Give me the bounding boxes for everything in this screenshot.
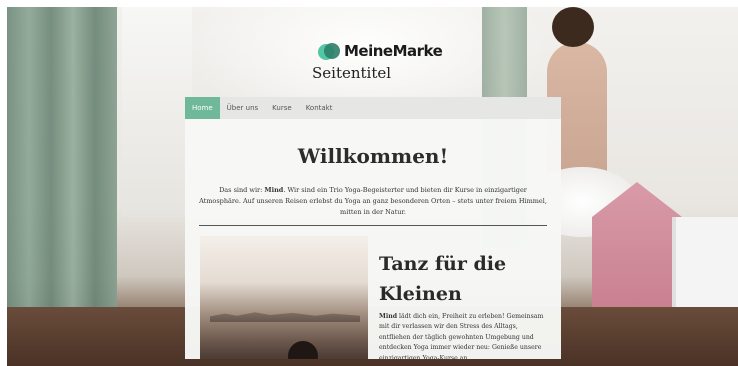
intro-brand-bold: Mind [264,186,284,194]
nav-item-about[interactable]: Über uns [220,97,266,119]
article-text: Mind lädt dich ein, Freiheit zu erleben!… [379,312,551,359]
divider [199,225,547,226]
article-text-rest: lädt dich ein, Freiheit zu erleben! Geme… [379,313,544,359]
article-brand-bold: Mind [379,313,398,320]
brand-name: MeineMarke [344,42,443,60]
page-heading: Willkommen! [297,144,449,168]
intro-text: Das sind wir: Mind. Wir sind ein Trio Yo… [199,185,547,218]
intro-prefix: Das sind wir: [219,186,265,194]
nav-item-courses[interactable]: Kurse [265,97,299,119]
image-skyline [210,312,360,322]
article-title: Tanz für die Kleinen [379,253,507,305]
background-girl-hair [552,7,594,47]
main-navigation: Home Über uns Kurse Kontakt [185,97,561,119]
article-image [200,236,368,359]
nav-item-home[interactable]: Home [185,97,220,119]
site-title: Seitentitel [312,64,392,82]
content-card: Home Über uns Kurse Kontakt Willkommen! … [185,97,561,359]
nav-item-contact[interactable]: Kontakt [299,97,340,119]
brand-logo-icon [318,43,340,61]
background-window [122,7,192,217]
image-person [288,341,318,359]
